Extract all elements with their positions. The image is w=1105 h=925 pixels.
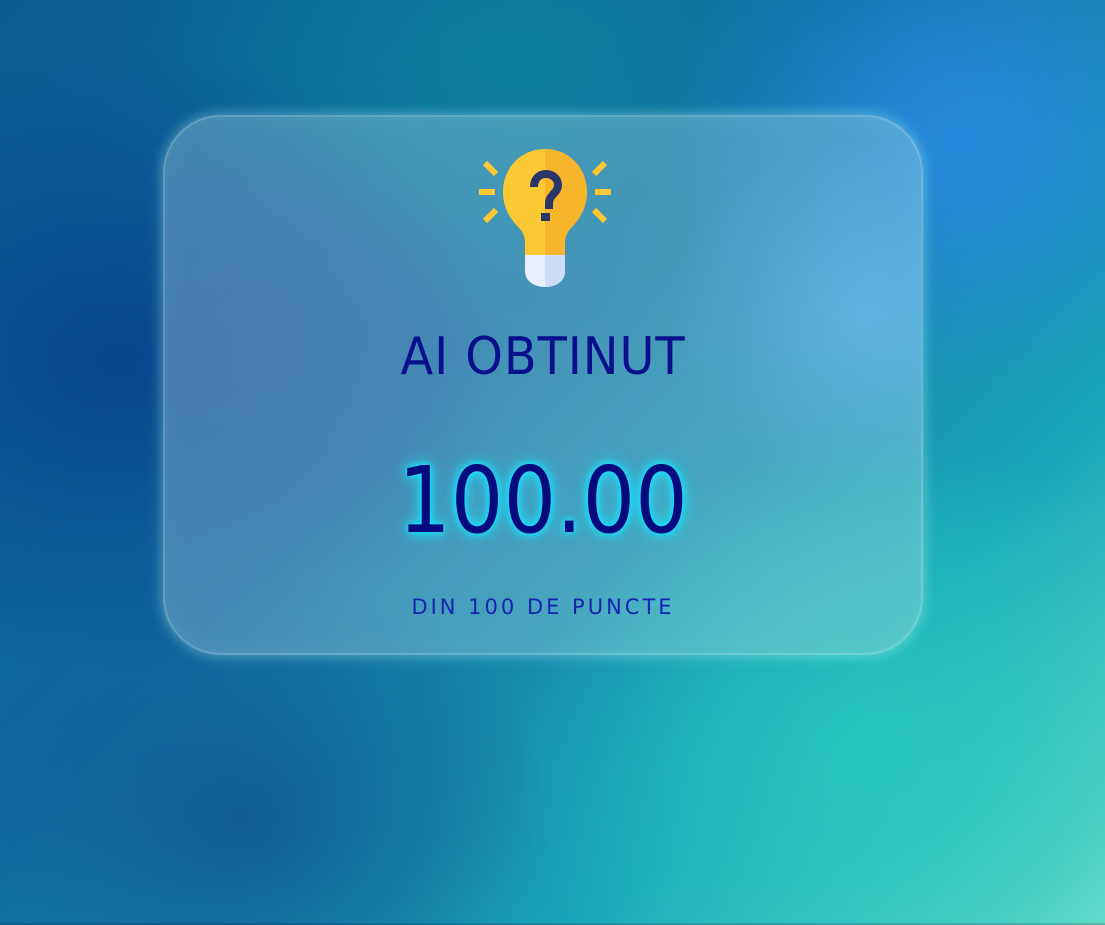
result-card: AI OBTINUT 100.00 DIN 100 DE PUNCTE	[163, 115, 923, 655]
score-subtitle: DIN 100 DE PUNCTE	[411, 595, 675, 619]
score-value: 100.00	[398, 447, 688, 554]
result-title: AI OBTINUT	[400, 327, 686, 387]
lightbulb-question-icon	[479, 149, 611, 287]
